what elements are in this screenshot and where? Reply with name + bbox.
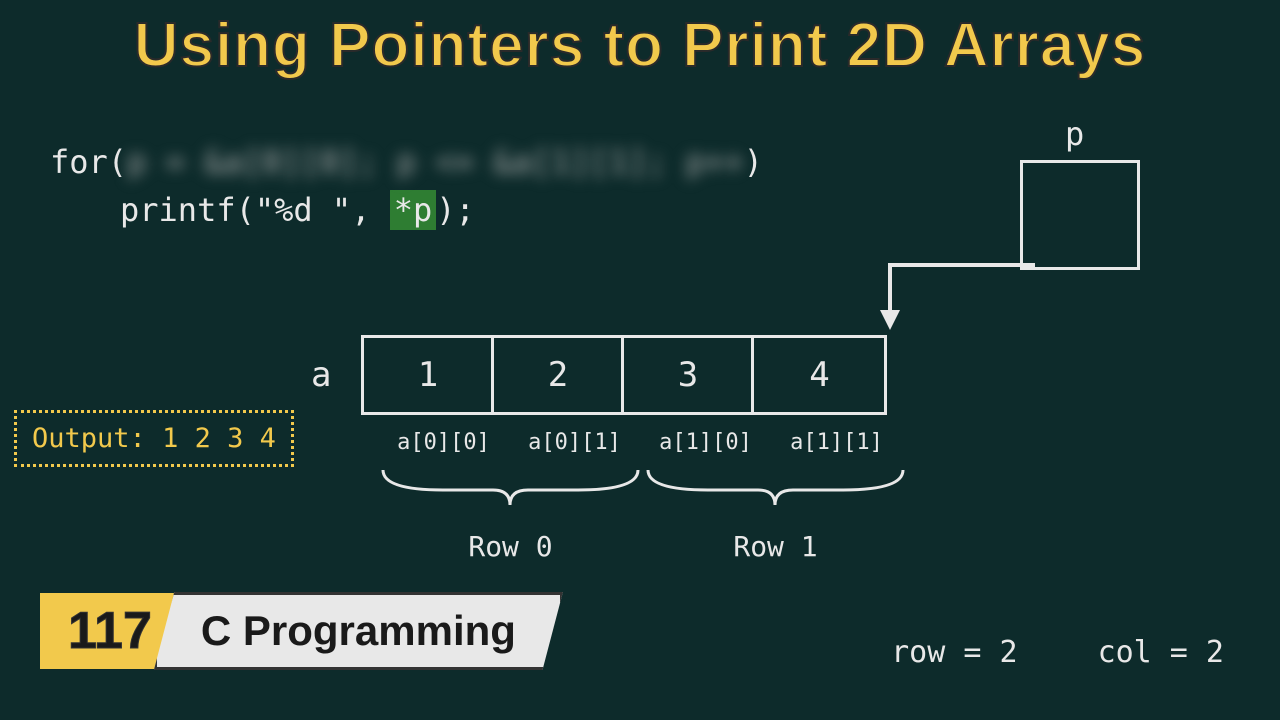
row-label: Row 0 bbox=[378, 530, 643, 563]
row-group-labels: Row 0 Row 1 bbox=[378, 530, 908, 563]
series-title-badge: C Programming bbox=[154, 592, 563, 670]
array-cell: 3 bbox=[624, 338, 754, 412]
code-snippet: for(p = &a[0][0]; p <= &a[1][1]; p++) pr… bbox=[50, 138, 763, 234]
output-display: Output: 1 2 3 4 bbox=[14, 410, 294, 467]
dimension-info: row = 2 col = 2 bbox=[891, 635, 1224, 670]
row-count: row = 2 bbox=[891, 635, 1017, 670]
printf-close: ); bbox=[436, 191, 475, 229]
array-name: a bbox=[311, 355, 331, 395]
array-visualization: a 1 2 3 4 bbox=[311, 335, 887, 415]
row-braces bbox=[378, 465, 908, 515]
array-cells: 1 2 3 4 bbox=[361, 335, 887, 415]
index-label: a[1][0] bbox=[640, 430, 771, 455]
pointer-arrow bbox=[870, 250, 1050, 340]
code-line-1: for(p = &a[0][0]; p <= &a[1][1]; p++) bbox=[50, 138, 763, 186]
close-paren: ) bbox=[744, 143, 763, 181]
lesson-number-badge: 117 bbox=[40, 593, 174, 669]
col-count: col = 2 bbox=[1098, 635, 1224, 670]
array-indices: a[0][0] a[0][1] a[1][0] a[1][1] bbox=[378, 430, 902, 455]
index-label: a[0][0] bbox=[378, 430, 509, 455]
code-line-2: printf("%d ", *p); bbox=[50, 186, 763, 234]
array-cell: 1 bbox=[364, 338, 494, 412]
footer-banner: 117 C Programming bbox=[40, 592, 563, 670]
pointer-variable-label: p bbox=[1065, 115, 1084, 153]
output-label: Output: bbox=[32, 423, 146, 454]
slide-title: Using Pointers to Print 2D Arrays bbox=[0, 0, 1280, 81]
index-label: a[0][1] bbox=[509, 430, 640, 455]
array-cell: 4 bbox=[754, 338, 884, 412]
array-cell: 2 bbox=[494, 338, 624, 412]
output-values: 1 2 3 4 bbox=[162, 423, 276, 454]
dereference-highlight: *p bbox=[390, 190, 437, 230]
printf-call: printf("%d ", bbox=[120, 191, 390, 229]
row-label: Row 1 bbox=[643, 530, 908, 563]
index-label: a[1][1] bbox=[771, 430, 902, 455]
for-keyword: for( bbox=[50, 143, 127, 181]
blurred-code: p = &a[0][0]; p <= &a[1][1]; p++ bbox=[127, 143, 744, 181]
